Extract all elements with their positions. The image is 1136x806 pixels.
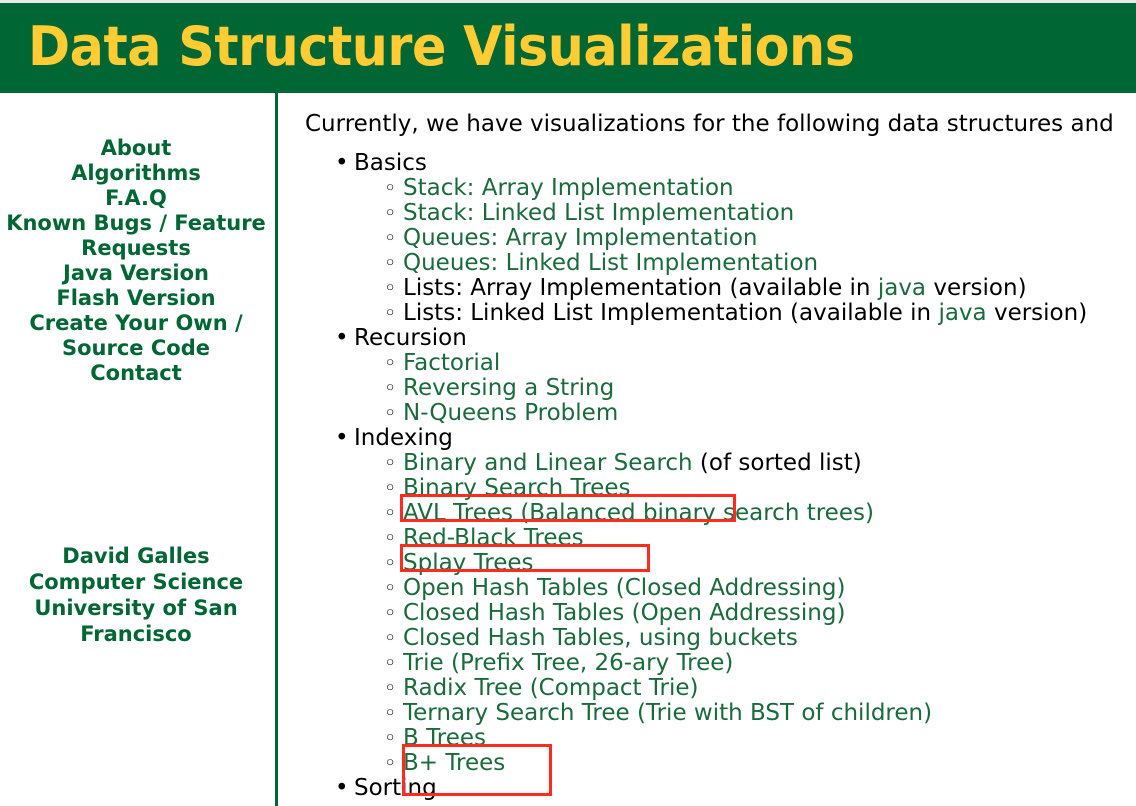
list-item: Red-Black Trees (281, 525, 1136, 552)
list-group: BasicsStack: Array ImplementationStack: … (281, 151, 1136, 327)
group-items: Binary and Linear Search (of sorted list… (281, 450, 1136, 777)
list-item: Stack: Linked List Implementation (281, 200, 1136, 227)
list-item-link[interactable]: Reversing a String (403, 375, 614, 401)
list-item: B+ Trees (281, 750, 1136, 777)
list-item-link[interactable]: Closed Hash Tables, using buckets (403, 625, 798, 651)
list-item-link[interactable]: Stack: Array Implementation (403, 175, 734, 201)
list-item-link[interactable]: Red-Black Trees (403, 525, 584, 551)
list-group: Sorting (281, 776, 1136, 802)
list-item: Reversing a String (281, 375, 1136, 402)
sidebar: About Algorithms F.A.Q Known Bugs / Feat… (0, 93, 278, 806)
list-item-text: version) (926, 275, 1027, 301)
list-item-link[interactable]: Closed Hash Tables (Open Addressing) (403, 600, 845, 626)
sidebar-item-java-version[interactable]: Java Version (0, 261, 272, 286)
list-item-link[interactable]: Binary Search Trees (403, 475, 630, 501)
main-content: Currently, we have visualizations for th… (281, 93, 1136, 806)
list-item: Lists: Array Implementation (available i… (281, 275, 1136, 302)
list-item-link[interactable]: Factorial (403, 350, 500, 376)
list-item-text: version) (986, 300, 1088, 326)
list-item: AVL Trees (Balanced binary search trees) (281, 500, 1136, 527)
list-item: Open Hash Tables (Closed Addressing) (281, 575, 1136, 602)
list-item-link[interactable]: Ternary Search Tree (Trie with BST of ch… (403, 700, 932, 726)
group-title: Indexing (281, 426, 1136, 452)
list-item-link[interactable]: java (878, 275, 926, 301)
list-item-text: Lists: Array Implementation (available i… (403, 275, 878, 301)
sidebar-item-create-your-own[interactable]: Create Your Own / Source Code (0, 311, 272, 361)
list-item: Binary and Linear Search (of sorted list… (281, 450, 1136, 477)
list-item-link[interactable]: B+ Trees (403, 750, 505, 776)
list-item: Closed Hash Tables, using buckets (281, 625, 1136, 652)
list-item-link[interactable]: java (938, 300, 986, 326)
list-item-link[interactable]: Queues: Array Implementation (403, 225, 758, 251)
list-item-link[interactable]: Stack: Linked List Implementation (403, 200, 794, 226)
list-group: RecursionFactorialReversing a StringN-Qu… (281, 326, 1136, 427)
list-item-link[interactable]: AVL Trees (Balanced binary search trees) (403, 500, 874, 526)
list-item-text: (of sorted list) (692, 450, 862, 476)
sidebar-item-known-bugs[interactable]: Known Bugs / Feature Requests (0, 211, 272, 261)
visualization-list: BasicsStack: Array ImplementationStack: … (281, 151, 1136, 802)
list-item-link[interactable]: Binary and Linear Search (403, 450, 693, 476)
list-item: Binary Search Trees (281, 475, 1136, 502)
list-item: Trie (Prefix Tree, 26-ary Tree) (281, 650, 1136, 677)
list-item: Factorial (281, 350, 1136, 377)
sidebar-item-flash-version[interactable]: Flash Version (0, 286, 272, 311)
list-item-link[interactable]: Queues: Linked List Implementation (403, 250, 818, 276)
group-title: Sorting (281, 776, 1136, 802)
page-root: Data Structure Visualizations About Algo… (0, 0, 1136, 806)
list-item-text: Lists: Linked List Implementation (avail… (403, 300, 939, 326)
list-item-link[interactable]: Radix Tree (Compact Trie) (403, 675, 699, 701)
sidebar-item-faq[interactable]: F.A.Q (0, 186, 272, 211)
body-area: About Algorithms F.A.Q Known Bugs / Feat… (0, 93, 1136, 806)
sidebar-item-algorithms[interactable]: Algorithms (0, 161, 272, 186)
author-university-line-1: University of San (34, 596, 238, 620)
list-item: N-Queens Problem (281, 400, 1136, 427)
group-items: Stack: Array ImplementationStack: Linked… (281, 175, 1136, 327)
sidebar-item-about[interactable]: About (0, 136, 272, 161)
list-item: Radix Tree (Compact Trie) (281, 675, 1136, 702)
list-item: Queues: Array Implementation (281, 225, 1136, 252)
sidebar-item-contact[interactable]: Contact (0, 361, 272, 386)
group-title: Recursion (281, 326, 1136, 352)
list-item-link[interactable]: N-Queens Problem (403, 400, 618, 426)
list-item-link[interactable]: Open Hash Tables (Closed Addressing) (403, 575, 845, 601)
list-item: Lists: Linked List Implementation (avail… (281, 300, 1136, 327)
list-item: Ternary Search Tree (Trie with BST of ch… (281, 700, 1136, 727)
list-item-link[interactable]: Trie (Prefix Tree, 26-ary Tree) (403, 650, 733, 676)
list-item-link[interactable]: Splay Trees (403, 550, 534, 576)
list-item: B Trees (281, 725, 1136, 752)
author-department: Computer Science (28, 570, 244, 594)
list-item: Queues: Linked List Implementation (281, 250, 1136, 277)
group-items: FactorialReversing a StringN-Queens Prob… (281, 350, 1136, 427)
list-item: Closed Hash Tables (Open Addressing) (281, 600, 1136, 627)
page-banner: Data Structure Visualizations (0, 3, 1136, 93)
list-item-link[interactable]: B Trees (403, 725, 486, 751)
list-group: IndexingBinary and Linear Search (of sor… (281, 426, 1136, 777)
group-title: Basics (281, 151, 1136, 177)
list-item: Splay Trees (281, 550, 1136, 577)
page-title: Data Structure Visualizations (28, 15, 855, 78)
sidebar-author-block: David Galles Computer Science University… (0, 543, 272, 647)
author-name: David Galles (62, 544, 210, 568)
intro-paragraph: Currently, we have visualizations for th… (305, 111, 1114, 137)
sidebar-nav: About Algorithms F.A.Q Known Bugs / Feat… (0, 136, 272, 386)
list-item: Stack: Array Implementation (281, 175, 1136, 202)
author-university-line-2: Francisco (80, 622, 192, 646)
